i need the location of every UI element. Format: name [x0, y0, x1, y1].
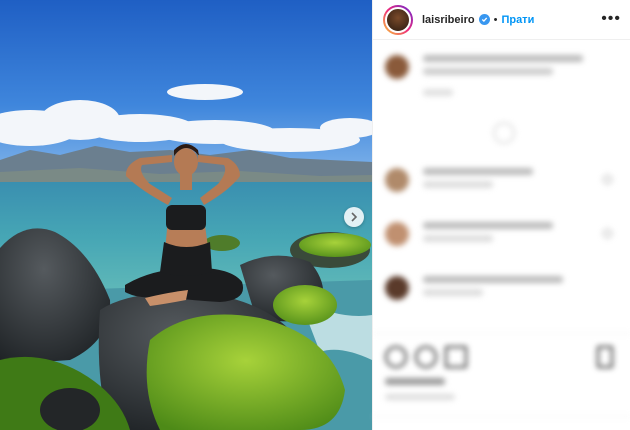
likes-count[interactable]	[385, 378, 445, 385]
add-comment-input[interactable]	[373, 416, 630, 430]
commenter-avatar	[385, 168, 409, 192]
verified-badge-icon	[478, 14, 490, 25]
comment-like-icon[interactable]	[603, 175, 612, 184]
instagram-post: laisribeiro • Прати •••	[0, 0, 630, 430]
comment-item	[385, 168, 533, 194]
post-header: laisribeiro • Прати •••	[373, 0, 630, 40]
comment-icon[interactable]	[415, 346, 437, 368]
load-more-comments-icon[interactable]	[493, 122, 515, 144]
commenter-avatar	[385, 222, 409, 246]
comment-like-icon[interactable]	[603, 229, 612, 238]
bookmark-icon[interactable]	[597, 346, 613, 368]
comment-item	[385, 55, 583, 102]
beach-yoga-photo	[0, 0, 372, 430]
next-photo-button[interactable]	[344, 207, 364, 227]
paper-plane-icon[interactable]	[445, 346, 467, 368]
post-date	[385, 394, 455, 400]
heart-icon[interactable]	[385, 346, 407, 368]
commenter-avatar	[385, 55, 409, 79]
comment-item	[385, 276, 563, 302]
comment-item	[385, 222, 553, 248]
avatar-image	[385, 6, 411, 33]
post-side-panel: laisribeiro • Прати •••	[372, 0, 630, 430]
post-photo[interactable]	[0, 0, 372, 430]
username[interactable]: laisribeiro	[422, 14, 475, 26]
separator-dot: •	[493, 13, 498, 26]
more-options-icon[interactable]: •••	[601, 10, 621, 28]
post-actions	[373, 333, 630, 430]
avatar[interactable]	[383, 4, 413, 35]
follow-button[interactable]: Прати	[501, 14, 534, 26]
chevron-right-icon	[351, 212, 358, 222]
commenter-avatar	[385, 276, 409, 300]
